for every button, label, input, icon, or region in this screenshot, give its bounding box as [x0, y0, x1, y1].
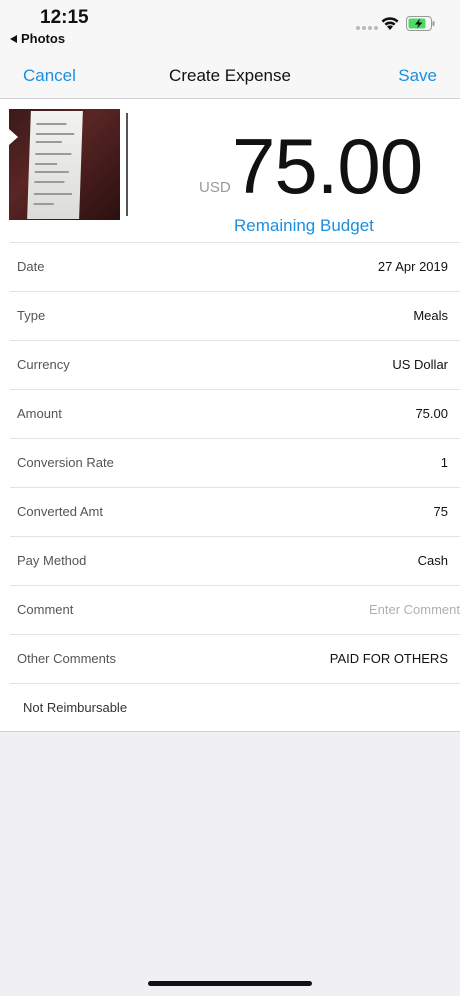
field-list: Date 27 Apr 2019 Type Meals Currency US …	[0, 242, 460, 732]
other-comments-value: PAID FOR OTHERS	[329, 651, 448, 666]
date-value: 27 Apr 2019	[377, 259, 448, 274]
page-title: Create Expense	[169, 66, 291, 85]
currency-value: US Dollar	[392, 357, 448, 372]
other-comments-label: Other Comments	[17, 651, 116, 666]
home-indicator[interactable]	[148, 981, 312, 986]
pay-method-row[interactable]: Pay Method Cash	[10, 536, 460, 585]
currency-label: Currency	[17, 357, 70, 372]
currency-row[interactable]: Currency US Dollar	[10, 340, 460, 389]
conversion-rate-value: 1	[440, 455, 448, 470]
converted-amount-row[interactable]: Converted Amt 75	[10, 487, 460, 536]
date-row[interactable]: Date 27 Apr 2019	[10, 242, 460, 291]
conversion-rate-label: Conversion Rate	[17, 455, 114, 470]
battery-charging-icon	[406, 16, 435, 31]
other-comments-row[interactable]: Other Comments PAID FOR OTHERS	[10, 634, 460, 683]
photo-corner-marker-icon	[9, 129, 18, 145]
receipt-photo[interactable]	[9, 109, 120, 220]
amount-row[interactable]: Amount 75.00	[10, 389, 460, 438]
photo-divider	[126, 113, 128, 216]
comment-row[interactable]: Comment Enter Comment	[10, 585, 460, 634]
comment-input[interactable]: Enter Comment	[369, 602, 460, 617]
save-button[interactable]: Save	[398, 66, 437, 86]
not-reimbursable-row[interactable]: Not Reimbursable	[10, 683, 460, 732]
amount-value: 75.00	[415, 406, 448, 421]
pay-method-value: Cash	[417, 553, 448, 568]
receipt-paper-image	[27, 111, 83, 219]
remaining-budget-link[interactable]: Remaining Budget	[234, 216, 374, 236]
currency-code: USD	[199, 179, 231, 196]
back-app-label: Photos	[21, 31, 66, 46]
back-triangle-icon	[10, 34, 17, 43]
screen: 12:15 Photos Cancel Create Expense Save	[0, 0, 460, 996]
conversion-rate-row[interactable]: Conversion Rate 1	[10, 438, 460, 487]
not-reimbursable-label: Not Reimbursable	[23, 700, 128, 715]
navigation-bar: Cancel Create Expense Save	[0, 50, 460, 99]
type-value: Meals	[413, 308, 448, 323]
type-row[interactable]: Type Meals	[10, 291, 460, 340]
cellular-signal-icon	[356, 26, 378, 30]
converted-amount-label: Converted Amt	[17, 504, 103, 519]
date-label: Date	[17, 259, 45, 274]
wifi-icon	[381, 17, 399, 30]
amount-label: Amount	[17, 406, 62, 421]
status-time: 12:15	[40, 7, 89, 28]
expense-form: USD 75.00 Remaining Budget Date 27 Apr 2…	[0, 99, 460, 732]
back-to-app-button[interactable]: Photos	[10, 31, 65, 46]
total-amount: 75.00	[232, 122, 423, 210]
converted-amount-value: 75	[433, 504, 448, 519]
type-label: Type	[17, 308, 46, 323]
comment-label: Comment	[17, 602, 74, 617]
pay-method-label: Pay Method	[17, 553, 87, 568]
status-bar: 12:15 Photos	[0, 0, 460, 50]
